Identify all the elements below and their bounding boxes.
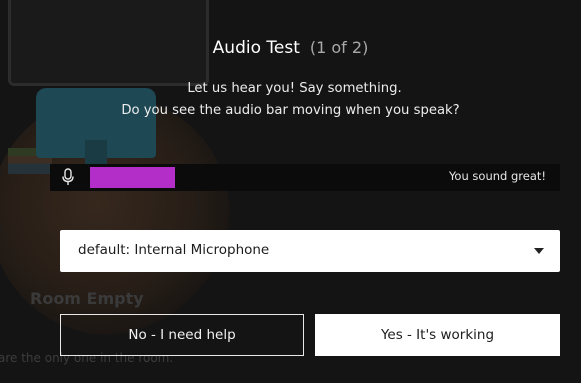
- audio-status-text: You sound great!: [448, 169, 546, 183]
- room-title: Room Empty: [30, 289, 144, 308]
- need-help-button[interactable]: No - I need help: [60, 314, 304, 356]
- microphone-icon: [62, 168, 74, 185]
- dialog-title: Audio Test: [212, 38, 300, 58]
- caret-down-icon: [534, 248, 544, 254]
- audio-level-track: [90, 167, 430, 188]
- instruction-line-1: Let us hear you! Say something.: [187, 81, 402, 96]
- microphone-select[interactable]: default: Internal Microphone: [60, 230, 560, 272]
- audio-level-bar: [90, 167, 175, 188]
- microphone-select-value: default: Internal Microphone: [78, 242, 270, 258]
- audio-meter: You sound great!: [50, 164, 560, 191]
- instruction-line-2: Do you see the audio bar moving when you…: [121, 103, 460, 118]
- its-working-button[interactable]: Yes - It's working: [315, 314, 560, 356]
- step-indicator: (1 of 2): [309, 38, 369, 57]
- dialog-header: Audio Test (1 of 2): [0, 38, 581, 58]
